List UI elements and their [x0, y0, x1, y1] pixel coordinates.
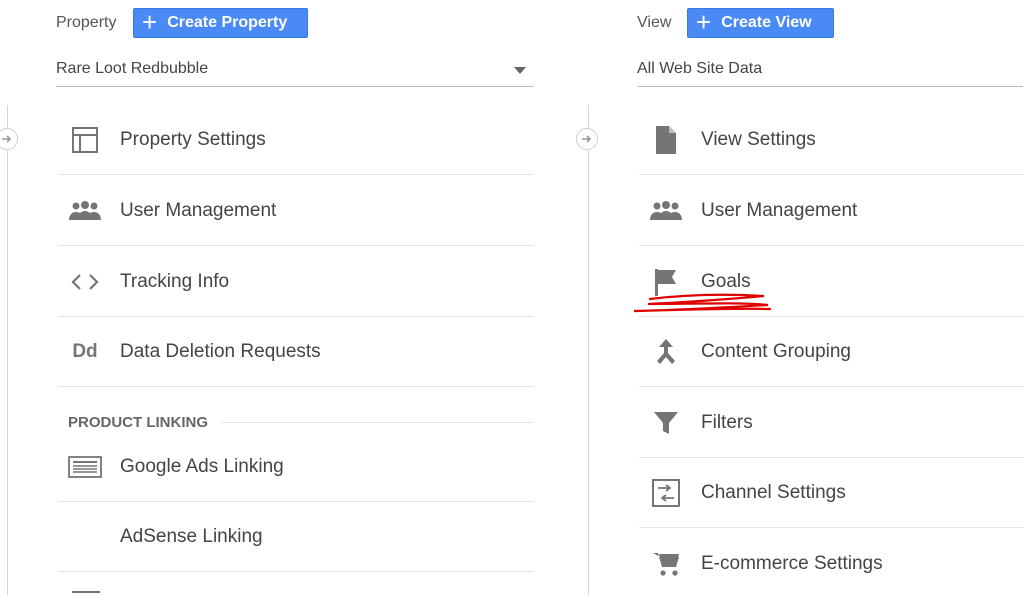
menu-item-channel-settings[interactable]: Channel Settings — [639, 458, 1023, 528]
menu-item-label: Channel Settings — [701, 481, 846, 503]
menu-item-tracking-info[interactable]: Tracking Info — [58, 247, 534, 317]
menu-item-filters[interactable]: Filters — [639, 388, 1023, 458]
menu-item-ecommerce-settings[interactable]: E-commerce Settings — [639, 529, 1023, 595]
admin-panel: Property + Create Property Rare Loot Red… — [0, 0, 1023, 595]
view-selected-value: All Web Site Data — [637, 60, 763, 77]
create-view-label: Create View — [721, 14, 812, 31]
merge-icon — [649, 335, 683, 369]
adsense-icon — [68, 520, 102, 554]
property-arrow-icon — [0, 128, 18, 150]
ads-icon — [68, 450, 102, 484]
view-column-label: View — [637, 14, 672, 31]
menu-item-property-settings[interactable]: Property Settings — [58, 105, 534, 175]
section-header-label: PRODUCT LINKING — [68, 413, 208, 431]
menu-item-adsense-linking[interactable]: AdSense Linking — [58, 502, 534, 572]
divider — [222, 421, 534, 423]
plus-icon: + — [696, 7, 712, 37]
document-icon — [649, 123, 683, 157]
layout-icon — [68, 123, 102, 157]
menu-item-label: Filters — [701, 411, 753, 433]
filter-icon — [649, 406, 683, 440]
menu-item-label: Tracking Info — [120, 270, 230, 292]
channel-icon — [649, 476, 683, 510]
property-selected-value: Rare Loot Redbubble — [56, 60, 209, 77]
cart-icon — [649, 547, 683, 581]
menu-item-view-user-management[interactable]: User Management — [639, 176, 1023, 246]
create-property-label: Create Property — [167, 14, 288, 31]
menu-item-label: View Settings — [701, 128, 816, 150]
menu-item-google-ads-linking[interactable]: Google Ads Linking — [58, 432, 534, 502]
view-selector[interactable]: All Web Site Data — [637, 52, 1023, 87]
menu-item-label: Property Settings — [120, 128, 266, 150]
dd-icon: Dd — [72, 340, 98, 362]
create-property-button[interactable]: + Create Property — [133, 8, 308, 38]
people-icon — [68, 194, 102, 228]
property-timeline-line — [7, 105, 8, 595]
property-column-label: Property — [56, 14, 117, 31]
chevron-down-icon — [514, 67, 526, 74]
section-header-product-linking: PRODUCT LINKING — [68, 412, 534, 432]
code-icon — [68, 265, 102, 299]
menu-item-label: User Management — [120, 199, 277, 221]
menu-item-label: E-commerce Settings — [701, 553, 883, 574]
view-timeline-line — [588, 105, 589, 595]
partial-icon — [72, 591, 100, 595]
menu-item-view-settings[interactable]: View Settings — [639, 105, 1023, 175]
menu-item-property-user-management[interactable]: User Management — [58, 176, 534, 246]
menu-item-content-grouping[interactable]: Content Grouping — [639, 317, 1023, 387]
people-icon — [649, 194, 683, 228]
menu-item-label: Content Grouping — [701, 340, 851, 362]
menu-item-label: Data Deletion Requests — [120, 340, 321, 362]
red-underline-annotation — [633, 293, 772, 313]
view-arrow-icon — [576, 128, 598, 150]
property-selector[interactable]: Rare Loot Redbubble — [56, 52, 534, 87]
plus-icon: + — [142, 7, 158, 37]
menu-item-data-deletion-requests[interactable]: Dd Data Deletion Requests — [58, 317, 534, 387]
create-view-button[interactable]: + Create View — [687, 8, 834, 38]
menu-item-label: User Management — [701, 199, 858, 221]
menu-item-label: AdSense Linking — [120, 525, 263, 547]
menu-item-label: Google Ads Linking — [120, 455, 284, 477]
